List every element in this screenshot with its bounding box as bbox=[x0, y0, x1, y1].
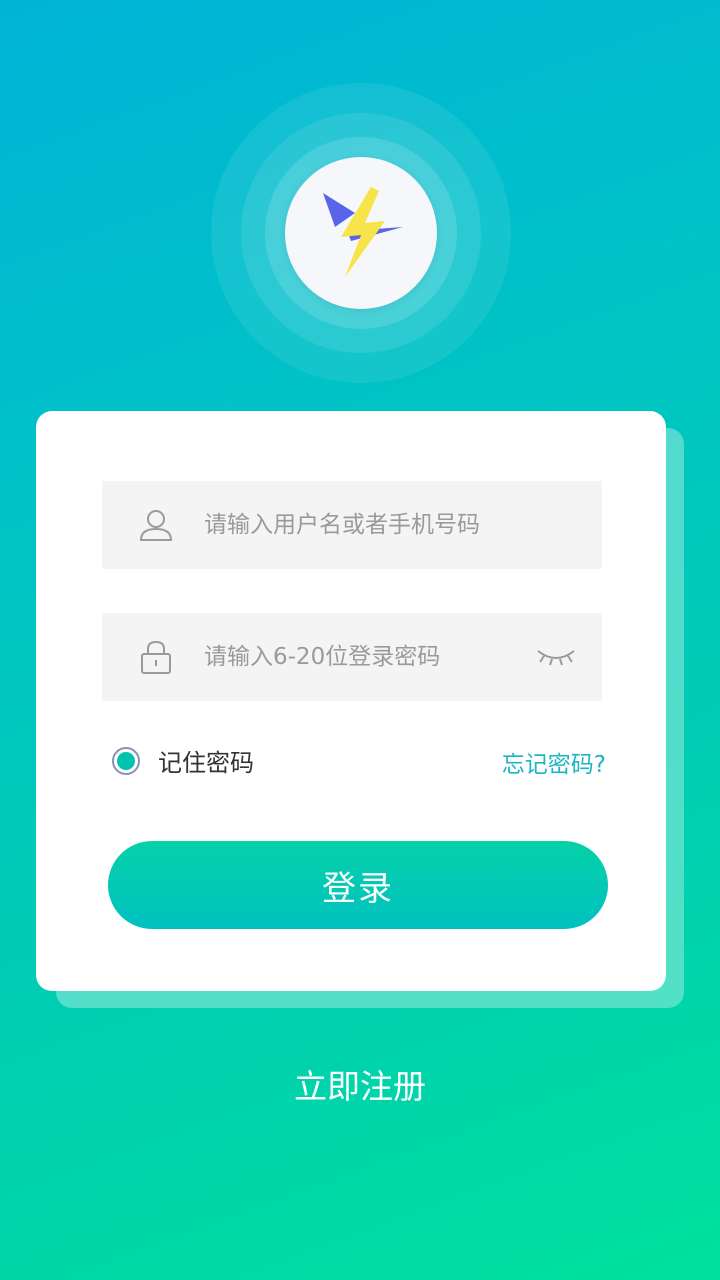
login-card: 记住密码 忘记密码? 登录 bbox=[36, 411, 666, 991]
radio-dot bbox=[117, 751, 135, 770]
password-field[interactable] bbox=[102, 613, 602, 701]
username-input[interactable] bbox=[204, 505, 524, 545]
lightning-logo-icon bbox=[285, 157, 437, 309]
forgot-password-link[interactable]: 忘记密码? bbox=[502, 745, 606, 779]
eye-closed-icon[interactable] bbox=[536, 641, 576, 673]
remember-radio[interactable] bbox=[112, 746, 140, 775]
lock-icon bbox=[136, 637, 176, 677]
login-button[interactable]: 登录 bbox=[108, 841, 608, 929]
password-input[interactable] bbox=[204, 637, 524, 677]
register-link[interactable]: 立即注册 bbox=[0, 1060, 720, 1108]
remember-password-checkbox[interactable]: 记住密码 bbox=[112, 743, 254, 778]
user-icon bbox=[136, 505, 176, 545]
remember-password-label: 记住密码 bbox=[158, 749, 254, 777]
username-field[interactable] bbox=[102, 481, 602, 569]
app-logo bbox=[211, 83, 511, 383]
